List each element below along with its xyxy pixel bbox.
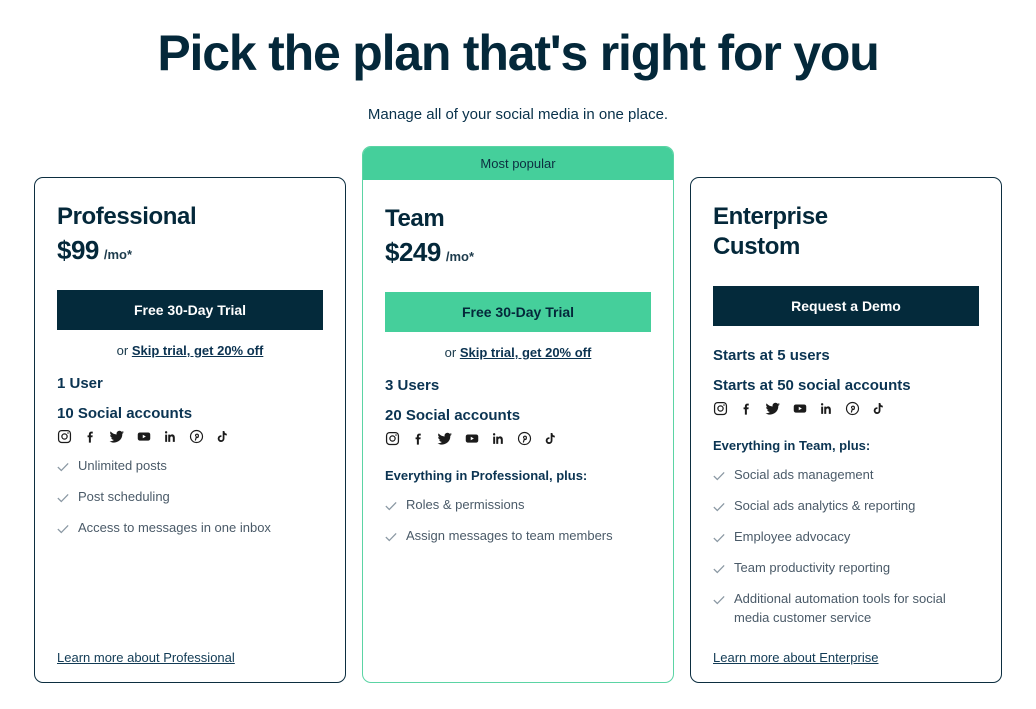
features-list: Roles & permissions Assign messages to t… [385,495,651,547]
feature-item: Unlimited posts [57,456,323,477]
most-popular-badge: Most popular [363,147,673,180]
users-limit: 1 User [57,375,103,392]
feature-item: Roles & permissions [385,495,651,516]
facebook-icon [83,429,98,444]
linkedin-icon [819,401,834,416]
plan-period: /mo* [103,247,133,262]
feature-item: Post scheduling [57,487,323,508]
check-icon [57,520,69,539]
plan-name: Professional [57,203,197,230]
feature-item: Employee advocacy [713,527,979,548]
feature-label: Social ads analytics & reporting [734,498,916,513]
plan-period: /mo* [445,249,475,264]
accounts-limit: 10 Social accounts [57,405,193,422]
youtube-icon [136,429,152,444]
check-icon [713,498,725,517]
linkedin-icon [163,429,178,444]
twitter-icon [437,431,453,446]
feature-label: Unlimited posts [78,458,167,473]
feature-label: Social ads management [734,467,874,482]
accounts-limit: 20 Social accounts [385,407,521,424]
check-icon [713,467,725,486]
social-icons-row [713,401,979,416]
feature-item: Social ads analytics & reporting [713,496,979,517]
feature-label: Post scheduling [78,489,170,504]
feature-item: Assign messages to team members [385,526,651,547]
pinterest-icon [517,431,532,446]
instagram-icon [713,401,728,416]
card-body: Team $249 /mo* Free 30-Day Trial or Skip… [363,180,673,682]
check-icon [713,529,725,548]
twitter-icon [109,429,125,444]
plan-name: Team [385,205,445,232]
plus-heading: Everything in Professional, plus: [385,468,588,483]
instagram-icon [57,429,72,444]
skip-trial-link[interactable]: Skip trial, get 20% off [460,345,591,360]
tiktok-icon [871,401,885,416]
check-icon [713,591,725,610]
pricing-cards-row: Professional $99 /mo* Free 30-Day Trial … [34,146,1002,686]
request-demo-button[interactable]: Request a Demo [713,286,979,326]
users-limit: 3 Users [385,377,440,394]
pricing-card-professional[interactable]: Professional $99 /mo* Free 30-Day Trial … [34,177,346,683]
feature-item: Social ads management [713,465,979,486]
feature-item: Team productivity reporting [713,558,979,579]
youtube-icon [792,401,808,416]
pricing-page: Pick the plan that's right for you Manag… [0,0,1036,709]
plan-price: $99 [57,235,99,265]
feature-label: Roles & permissions [406,497,525,512]
card-body: Enterprise Custom Request a Demo Starts … [691,178,1001,682]
learn-more-link[interactable]: Learn more about Enterprise [713,650,878,665]
feature-item: Additional automation tools for social m… [713,589,979,627]
social-icons-row [57,429,323,444]
plan-price-row: $249 /mo* [385,236,651,268]
check-icon [713,560,725,579]
facebook-icon [739,401,754,416]
facebook-icon [411,431,426,446]
trial-note-prefix: or [444,345,460,360]
plan-price: $249 [385,237,441,267]
page-title: Pick the plan that's right for you [157,25,879,81]
plan-name: Enterprise [713,203,828,230]
trial-note-prefix: or [116,343,132,358]
pinterest-icon [189,429,204,444]
twitter-icon [765,401,781,416]
feature-label: Employee advocacy [734,529,851,544]
card-body: Professional $99 /mo* Free 30-Day Trial … [35,178,345,682]
check-icon [385,497,397,516]
learn-more-link[interactable]: Learn more about Professional [57,650,235,665]
tiktok-icon [215,429,229,444]
youtube-icon [464,431,480,446]
feature-item: Access to messages in one inbox [57,518,323,539]
pinterest-icon [845,401,860,416]
feature-label: Access to messages in one inbox [78,520,271,535]
plan-price: Custom [713,233,800,260]
features-list: Social ads management Social ads analyti… [713,465,979,627]
pricing-card-enterprise[interactable]: Enterprise Custom Request a Demo Starts … [690,177,1002,683]
linkedin-icon [491,431,506,446]
trial-note: or Skip trial, get 20% off [57,343,323,358]
social-icons-row [385,431,651,446]
check-icon [385,528,397,547]
feature-label: Team productivity reporting [734,560,891,575]
trial-note: or Skip trial, get 20% off [385,345,651,360]
free-trial-button[interactable]: Free 30-Day Trial [57,290,323,330]
plus-heading: Everything in Team, plus: [713,438,871,453]
check-icon [57,489,69,508]
feature-label: Assign messages to team members [406,528,613,543]
plan-price-row: $99 /mo* [57,234,323,266]
page-subtitle: Manage all of your social media in one p… [367,106,669,123]
feature-label: Additional automation tools for social m… [734,591,946,625]
accounts-limit: Starts at 50 social accounts [713,377,911,394]
skip-trial-link[interactable]: Skip trial, get 20% off [132,343,263,358]
free-trial-button[interactable]: Free 30-Day Trial [385,292,651,332]
pricing-card-team[interactable]: Most popular Team $249 /mo* Free 30-Day … [362,146,674,683]
instagram-icon [385,431,400,446]
tiktok-icon [543,431,557,446]
features-list: Unlimited posts Post scheduling Access t… [57,456,323,539]
users-limit: Starts at 5 users [713,347,830,364]
check-icon [57,458,69,477]
